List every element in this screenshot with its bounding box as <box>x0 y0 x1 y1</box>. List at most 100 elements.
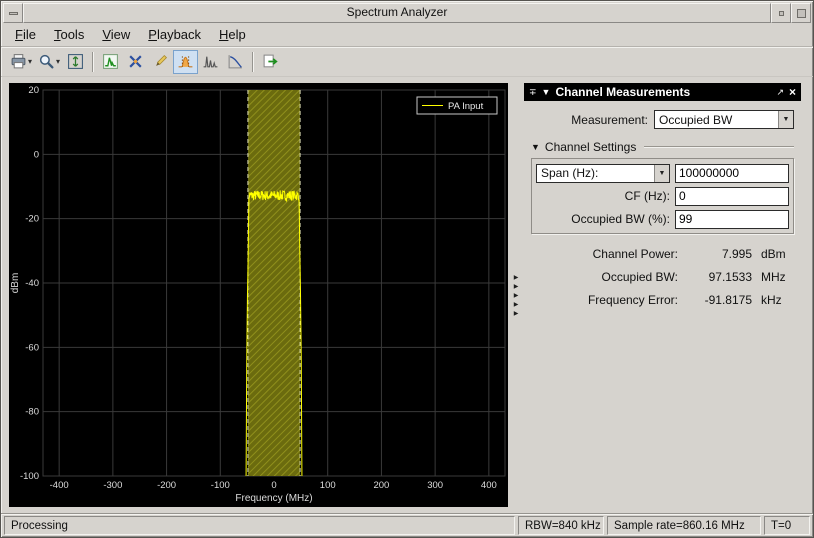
fit-to-view-button[interactable] <box>63 50 88 74</box>
plot-legend: PA Input <box>417 97 497 114</box>
fit-to-view-icon <box>67 53 84 70</box>
menu-playback[interactable]: Playback <box>140 25 209 44</box>
occupied-bw-percent-input[interactable] <box>675 210 789 229</box>
occupied-bw-percent-label: Occupied BW (%): <box>536 212 670 226</box>
svg-text:200: 200 <box>373 480 389 491</box>
rbw-indicator: RBW=840 kHz <box>518 516 604 535</box>
minimize-button[interactable] <box>771 3 791 23</box>
channel-measurements-button[interactable] <box>173 50 198 74</box>
panel-collapse-handle[interactable]: ▶ ▶ ▶ ▶ ▶ <box>508 83 524 509</box>
svg-text:dBm: dBm <box>10 273 21 294</box>
maximize-button[interactable] <box>791 3 811 23</box>
result-unit: dBm <box>752 247 792 261</box>
svg-text:-400: -400 <box>50 480 69 491</box>
toolbar-separator <box>252 52 254 72</box>
chevron-down-icon[interactable]: ▾ <box>56 58 60 66</box>
cf-input[interactable] <box>675 187 789 206</box>
cf-label: CF (Hz): <box>536 189 670 203</box>
result-row-channel-power: Channel Power: 7.995 dBm <box>531 247 792 261</box>
result-unit: MHz <box>752 270 792 284</box>
splitter-arrow-icon: ▶ <box>514 302 519 308</box>
sample-rate-indicator: Sample rate=860.16 MHz <box>607 516 761 535</box>
spectrum-analyzer-window: Spectrum Analyzer File Tools View Playba… <box>0 0 814 538</box>
channel-settings-title: Channel Settings <box>545 140 636 154</box>
result-value: 7.995 <box>678 247 752 261</box>
chevron-down-icon[interactable]: ▼ <box>654 165 669 182</box>
print-button[interactable]: ▾ <box>7 50 35 74</box>
measurement-dropdown[interactable]: Occupied BW ▼ <box>654 110 794 129</box>
svg-text:-300: -300 <box>103 480 122 491</box>
close-panel-icon[interactable]: × <box>789 87 796 98</box>
undock-panel-icon[interactable]: ↗ <box>776 88 784 97</box>
distortion-measurements-button[interactable] <box>198 50 223 74</box>
chevron-down-icon[interactable]: ▼ <box>778 111 793 128</box>
panel-header: ∓ ▼ Channel Measurements ↗ × <box>524 83 801 101</box>
ccdf-measurements-icon <box>227 53 244 70</box>
menu-tools[interactable]: Tools <box>46 25 92 44</box>
panel-title: Channel Measurements <box>555 85 771 99</box>
toolbar-separator <box>92 52 94 72</box>
splitter-arrow-icon: ▶ <box>514 275 519 281</box>
occupied-bw-region <box>248 90 300 476</box>
result-unit: kHz <box>752 293 792 307</box>
channel-settings-box: Span (Hz): ▼ CF (Hz): Occupied BW (%): <box>531 158 794 234</box>
signal-statistics-button[interactable] <box>148 50 173 74</box>
svg-text:-80: -80 <box>25 407 39 418</box>
spectrum-plot[interactable]: -400-300-200-1000100200300400200-20-40-6… <box>9 83 508 507</box>
time-indicator: T=0 <box>764 516 810 535</box>
channel-settings-section[interactable]: ▼ Channel Settings <box>531 140 794 154</box>
collapse-panel-icon[interactable]: ▼ <box>542 88 551 97</box>
spectrum-settings-icon <box>102 53 119 70</box>
minimize-icon <box>779 11 784 16</box>
panel-body: Measurement: Occupied BW ▼ ▼ Channel Set… <box>524 101 801 307</box>
step-forward-icon <box>262 53 279 70</box>
result-label: Occupied BW: <box>531 270 678 284</box>
svg-text:400: 400 <box>481 480 497 491</box>
zoom-button[interactable]: ▾ <box>35 50 63 74</box>
result-row-occupied-bw: Occupied BW: 97.1533 MHz <box>531 270 792 284</box>
distortion-measurements-icon <box>202 53 219 70</box>
section-rule <box>644 146 794 148</box>
svg-text:-200: -200 <box>157 480 176 491</box>
span-input[interactable] <box>675 164 789 183</box>
window-menu-button[interactable] <box>3 3 23 23</box>
result-value: 97.1533 <box>678 270 752 284</box>
svg-text:300: 300 <box>427 480 443 491</box>
menu-view[interactable]: View <box>94 25 138 44</box>
span-mode-dropdown[interactable]: Span (Hz): ▼ <box>536 164 670 183</box>
splitter-arrow-icon: ▶ <box>514 311 519 317</box>
svg-text:0: 0 <box>271 480 276 491</box>
svg-text:-100: -100 <box>211 480 230 491</box>
measurement-results: Channel Power: 7.995 dBm Occupied BW: 97… <box>531 247 794 307</box>
spectrum-settings-button[interactable] <box>98 50 123 74</box>
print-icon <box>10 53 27 70</box>
svg-text:Frequency (MHz): Frequency (MHz) <box>235 493 312 504</box>
menu-help[interactable]: Help <box>211 25 254 44</box>
svg-text:0: 0 <box>34 149 39 160</box>
cursor-measurements-icon <box>127 53 144 70</box>
pin-panel-icon[interactable]: ∓ <box>529 88 537 97</box>
zoom-icon <box>38 53 55 70</box>
menu-file[interactable]: File <box>7 25 44 44</box>
result-value: -91.8175 <box>678 293 752 307</box>
maximize-icon <box>797 9 806 18</box>
toolbar: ▾▾ <box>1 47 813 77</box>
spectrum-canvas[interactable]: -400-300-200-1000100200300400200-20-40-6… <box>9 83 508 507</box>
titlebar: Spectrum Analyzer <box>3 3 811 23</box>
svg-text:100: 100 <box>320 480 336 491</box>
result-label: Frequency Error: <box>531 293 678 307</box>
step-forward-button[interactable] <box>258 50 283 74</box>
ccdf-measurements-button[interactable] <box>223 50 248 74</box>
window-menu-icon <box>9 12 18 15</box>
svg-text:-60: -60 <box>25 342 39 353</box>
section-collapse-icon[interactable]: ▼ <box>531 142 540 152</box>
statusbar: Processing RBW=840 kHz Sample rate=860.1… <box>1 513 813 537</box>
measurement-label: Measurement: <box>571 113 648 127</box>
content-area: -400-300-200-1000100200300400200-20-40-6… <box>1 77 813 513</box>
result-row-frequency-error: Frequency Error: -91.8175 kHz <box>531 293 792 307</box>
svg-text:20: 20 <box>28 85 39 96</box>
svg-text:-40: -40 <box>25 278 39 289</box>
status-message: Processing <box>4 516 515 535</box>
chevron-down-icon[interactable]: ▾ <box>28 58 32 66</box>
cursor-measurements-button[interactable] <box>123 50 148 74</box>
